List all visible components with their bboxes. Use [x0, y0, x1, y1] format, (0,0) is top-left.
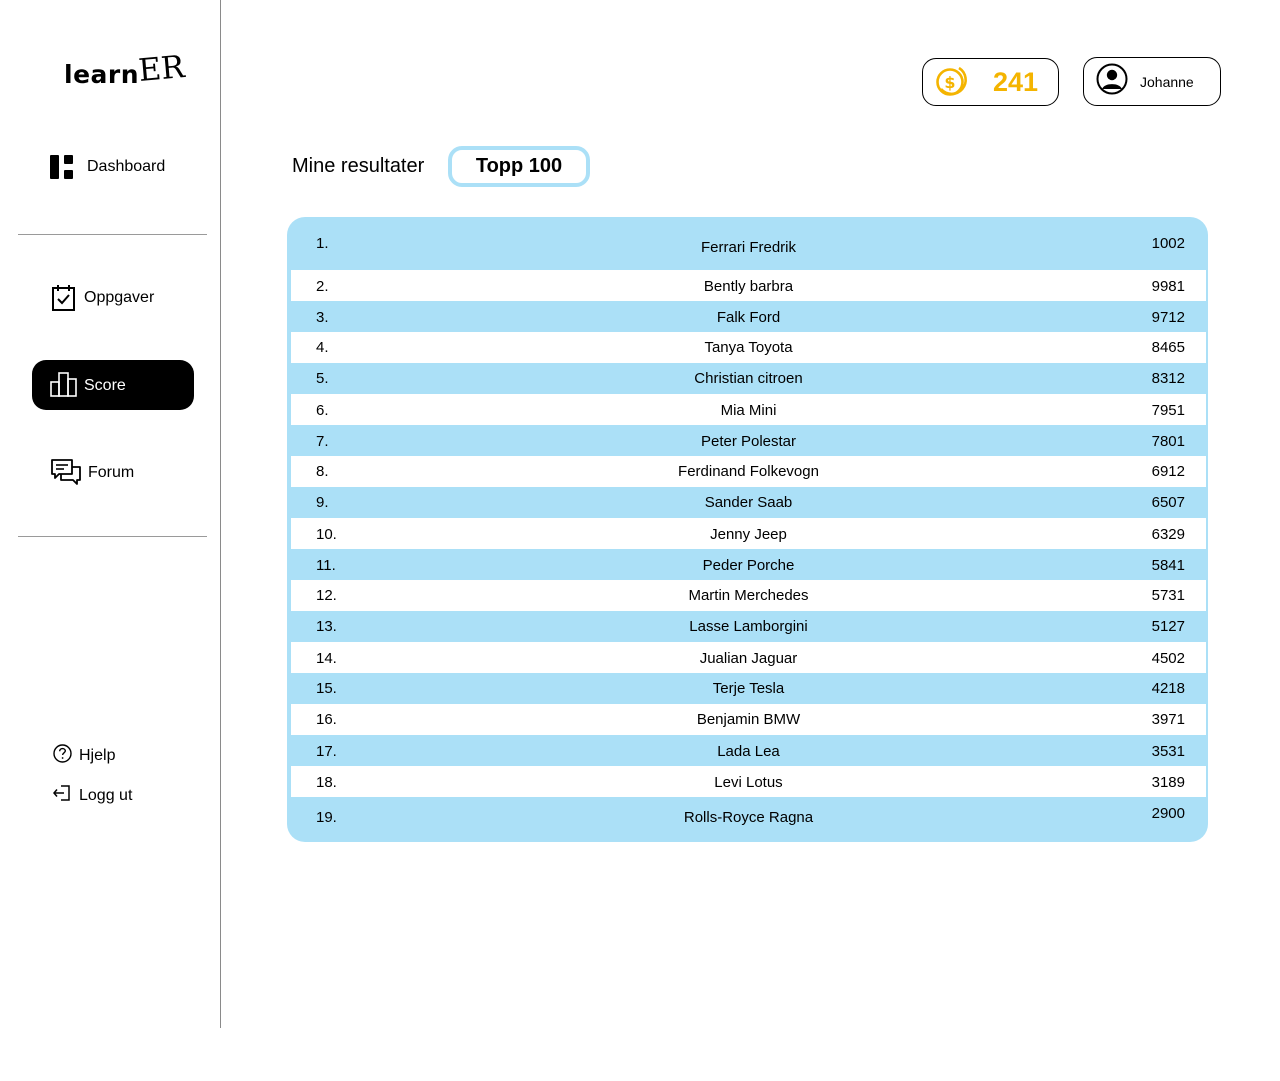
row-player-name: Ferrari Fredrik	[700, 239, 796, 256]
row-player-name: Peder Porche	[702, 557, 795, 574]
logout-icon	[53, 784, 71, 807]
nav-item-score[interactable]: Score	[32, 360, 194, 410]
logo-text-learn: learn	[64, 60, 140, 89]
sidebar-separator-bottom	[18, 536, 207, 537]
row-points: 3971	[1151, 711, 1185, 728]
table-row: 16. Benjamin BMW 3971	[291, 704, 1206, 735]
leaderboard-table: 1. Ferrari Fredrik 1002 2. Bently barbra 9981…	[287, 217, 1208, 842]
row-points: 7801	[1151, 433, 1185, 450]
tab-topp-100[interactable]: Topp 100	[448, 146, 590, 187]
nav-item-forum[interactable]: Forum	[51, 459, 134, 487]
row-points: 5841	[1151, 557, 1185, 574]
row-player-name: Benjamin BMW	[696, 711, 801, 728]
table-row: 11. Peder Porche 5841	[291, 549, 1206, 580]
sidebar-divider	[220, 0, 221, 1028]
row-player-name: Jualian Jaguar	[699, 650, 798, 667]
table-row: 10. Jenny Jeep 6329	[291, 518, 1206, 549]
row-points: 3531	[1151, 743, 1185, 760]
logout-link[interactable]: Logg ut	[53, 784, 132, 807]
row-points: 2900	[1151, 805, 1185, 822]
row-player-name: Peter Polestar	[700, 433, 797, 450]
table-row: 8. Ferdinand Folkevogn 6912	[291, 456, 1206, 487]
row-player-name: Mia Mini	[720, 402, 777, 419]
logo-text-er: ER	[137, 49, 187, 89]
row-player-name: Lasse Lamborgini	[689, 618, 808, 635]
table-row: 17. Lada Lea 3531	[291, 735, 1206, 766]
tab-mine-resultater[interactable]: Mine resultater	[292, 155, 424, 178]
row-points: 4218	[1151, 680, 1185, 697]
row-points: 8465	[1151, 339, 1185, 356]
user-avatar-icon	[1096, 63, 1128, 100]
table-row: 4. Tanya Toyota 8465	[291, 332, 1206, 363]
user-name: Johanne	[1140, 73, 1194, 90]
user-menu-button[interactable]: Johanne	[1083, 57, 1221, 106]
row-player-name: Martin Merchedes	[688, 587, 809, 604]
row-player-name: Rolls-Royce Ragna	[683, 809, 814, 826]
help-label: Hjelp	[79, 747, 116, 764]
row-points: 6912	[1151, 463, 1185, 480]
help-circle-icon	[53, 744, 72, 768]
logout-label: Logg ut	[79, 786, 133, 804]
nav-label-forum: Forum	[88, 464, 135, 481]
chat-bubbles-icon	[51, 459, 81, 487]
table-row: 9. Sander Saab 6507	[291, 487, 1206, 518]
table-row: 13. Lasse Lamborgini 5127	[291, 611, 1206, 642]
row-player-name: Falk Ford	[716, 309, 781, 326]
bar-chart-icon	[50, 372, 78, 402]
row-player-name: Tanya Toyota	[704, 339, 793, 356]
svg-text:$: $	[944, 73, 955, 92]
nav-label-oppgaver: Oppgaver	[84, 289, 155, 306]
table-row: 12. Martin Merchedes 5731	[291, 580, 1206, 611]
coin-count: 241	[993, 66, 1039, 97]
table-row: 14. Jualian Jaguar 4502	[291, 642, 1206, 673]
row-points: 1002	[1151, 235, 1185, 252]
help-link[interactable]: Hjelp	[53, 744, 115, 768]
row-points: 5127	[1151, 618, 1185, 635]
sidebar-separator	[18, 234, 207, 235]
row-points: 7951	[1151, 402, 1185, 419]
row-player-name: Ferdinand Folkevogn	[678, 463, 819, 480]
coins-icon: $	[935, 63, 971, 102]
table-row: 1. Ferrari Fredrik 1002	[291, 217, 1206, 270]
row-points: 9712	[1151, 309, 1185, 326]
row-points: 4502	[1151, 650, 1185, 667]
row-points: 5731	[1151, 587, 1185, 604]
row-player-name: Bently barbra	[703, 278, 794, 295]
row-player-name: Lada Lea	[717, 743, 780, 760]
logo: learn ER	[64, 49, 186, 89]
nav-item-oppgaver[interactable]: Oppgaver	[52, 285, 154, 311]
table-row: 6. Mia Mini 7951	[291, 394, 1206, 425]
table-row: 2. Bently barbra 9981	[291, 270, 1206, 301]
row-points: 6329	[1151, 526, 1185, 543]
row-points: 3189	[1151, 774, 1185, 791]
table-row: 3. Falk Ford 9712	[291, 301, 1206, 332]
row-player-name: Christian citroen	[694, 370, 803, 387]
nav-label-dashboard: Dashboard	[87, 158, 166, 175]
nav-label-score: Score	[84, 377, 126, 394]
row-points: 8312	[1151, 370, 1185, 387]
clipboard-check-icon	[52, 285, 75, 311]
row-player-name: Terje Tesla	[712, 680, 785, 697]
row-player-name: Sander Saab	[704, 494, 793, 511]
table-row: 18. Levi Lotus 3189	[291, 766, 1206, 797]
coin-balance: $ 241	[922, 58, 1059, 106]
dashboard-icon	[50, 155, 74, 179]
row-points: 9981	[1151, 278, 1185, 295]
table-row: 5. Christian citroen 8312	[291, 363, 1206, 394]
row-player-name: Jenny Jeep	[710, 526, 787, 543]
row-player-name: Levi Lotus	[714, 774, 783, 791]
nav-item-dashboard[interactable]: Dashboard	[50, 155, 165, 179]
table-row: 7. Peter Polestar 7801	[291, 425, 1206, 456]
table-row: 15. Terje Tesla 4218	[291, 673, 1206, 704]
table-row: 19. Rolls-Royce Ragna 2900	[291, 797, 1206, 842]
row-points: 6507	[1151, 494, 1185, 511]
